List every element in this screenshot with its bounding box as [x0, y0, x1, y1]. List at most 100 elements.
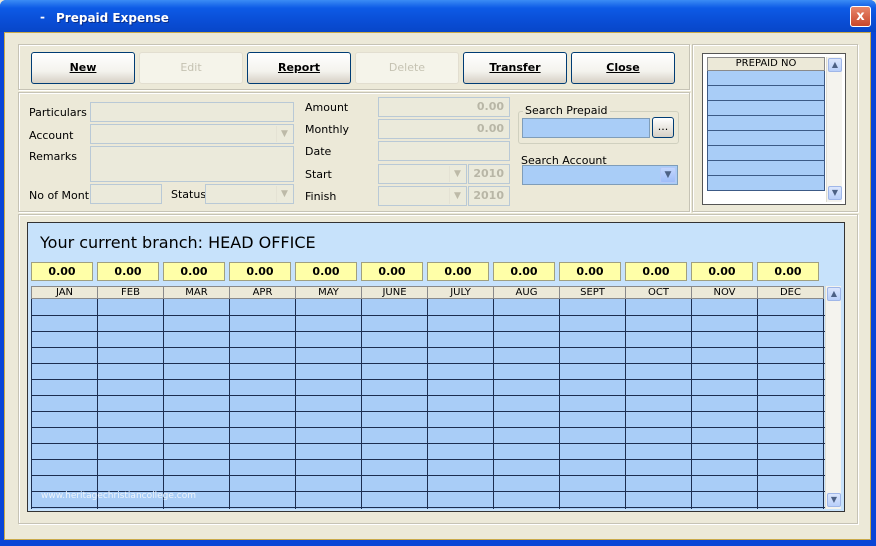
column-header-jan[interactable]: JAN — [31, 286, 98, 299]
month-total-mar: 0.00 — [163, 262, 225, 281]
delete-button[interactable]: Delete — [355, 52, 459, 84]
status-select[interactable]: ▼ — [205, 184, 294, 204]
browse-prepaid-button[interactable]: ... — [652, 117, 674, 138]
grid-row-line — [31, 331, 825, 332]
column-header-may[interactable]: MAY — [295, 286, 362, 299]
status-label: Status — [171, 188, 207, 201]
list-item[interactable] — [707, 101, 825, 116]
list-item[interactable] — [707, 176, 825, 191]
start-label: Start — [305, 168, 332, 181]
monthly-label: Monthly — [305, 123, 350, 136]
amount-field[interactable]: 0.00 — [378, 97, 510, 117]
amount-label: Amount — [305, 101, 349, 114]
column-header-nov[interactable]: NOV — [691, 286, 758, 299]
finish-label: Finish — [305, 190, 337, 203]
grid-row-line — [31, 475, 825, 476]
window-title: Prepaid Expense — [56, 11, 169, 25]
month-total-nov: 0.00 — [691, 262, 753, 281]
column-header-july[interactable]: JULY — [427, 286, 494, 299]
month-total-aug: 0.00 — [493, 262, 555, 281]
grid-row-line — [31, 507, 825, 508]
grid-row-line — [31, 363, 825, 364]
prepaid-list[interactable]: PREPAID NO ▲ ▼ — [702, 53, 846, 205]
list-item[interactable] — [707, 146, 825, 161]
scroll-up-icon[interactable]: ▲ — [827, 287, 841, 301]
title-prefix: - — [40, 10, 45, 24]
prepaid-list-scrollbar[interactable]: ▲ ▼ — [826, 57, 842, 202]
watermark-text: www.heritagechristiancollege.com — [41, 491, 196, 501]
account-label: Account — [29, 129, 74, 142]
edit-button[interactable]: Edit — [139, 52, 243, 84]
grid-row-line — [31, 347, 825, 348]
window-border-bottom — [0, 540, 876, 546]
new-button[interactable]: New — [31, 52, 135, 84]
search-prepaid-input[interactable] — [522, 118, 650, 138]
finish-year-field[interactable]: 2010 — [468, 186, 510, 206]
scroll-down-icon[interactable]: ▼ — [827, 493, 841, 507]
remarks-field[interactable] — [90, 146, 294, 182]
grid-row-line — [31, 411, 825, 412]
chevron-down-icon[interactable]: ▼ — [449, 188, 465, 204]
column-header-dec[interactable]: DEC — [757, 286, 824, 299]
window-close-button[interactable]: x — [850, 6, 871, 27]
no-of-month-label: No of Month — [29, 189, 97, 202]
start-year-field[interactable]: 2010 — [468, 164, 510, 184]
grid-row-line — [31, 315, 825, 316]
particulars-label: Particulars — [29, 106, 87, 119]
title-bar[interactable]: - Prepaid Expense x — [0, 0, 876, 32]
search-account-select[interactable]: ▼ — [522, 165, 678, 185]
grid-row-line — [31, 395, 825, 396]
date-field[interactable] — [378, 141, 510, 161]
column-header-sept[interactable]: SEPT — [559, 286, 626, 299]
scroll-down-icon[interactable]: ▼ — [828, 186, 842, 200]
chevron-down-icon[interactable]: ▼ — [276, 186, 292, 202]
start-month-select[interactable]: ▼ — [378, 164, 467, 184]
grid-row-line — [31, 379, 825, 380]
prepaid-no-header: PREPAID NO — [707, 57, 825, 71]
monthly-field[interactable]: 0.00 — [378, 119, 510, 139]
grid-row-line — [31, 427, 825, 428]
grid-row-line — [31, 459, 825, 460]
remarks-label: Remarks — [29, 150, 77, 163]
month-total-sept: 0.00 — [559, 262, 621, 281]
list-item[interactable] — [707, 116, 825, 131]
report-button[interactable]: Report — [247, 52, 351, 84]
prepaid-list-rows[interactable] — [707, 71, 825, 200]
column-header-june[interactable]: JUNE — [361, 286, 428, 299]
no-of-month-field[interactable] — [90, 184, 162, 204]
month-total-dec: 0.00 — [757, 262, 819, 281]
list-item[interactable] — [707, 131, 825, 146]
finish-month-select[interactable]: ▼ — [378, 186, 467, 206]
month-total-jan: 0.00 — [31, 262, 93, 281]
month-total-apr: 0.00 — [229, 262, 291, 281]
scroll-up-icon[interactable]: ▲ — [828, 58, 842, 72]
month-total-oct: 0.00 — [625, 262, 687, 281]
column-header-aug[interactable]: AUG — [493, 286, 560, 299]
particulars-field[interactable] — [90, 102, 294, 122]
month-total-feb: 0.00 — [97, 262, 159, 281]
month-total-june: 0.00 — [361, 262, 423, 281]
column-header-apr[interactable]: APR — [229, 286, 296, 299]
list-item[interactable] — [707, 86, 825, 101]
list-item[interactable] — [707, 71, 825, 86]
current-branch-label: Your current branch: HEAD OFFICE — [40, 233, 316, 252]
column-header-mar[interactable]: MAR — [163, 286, 230, 299]
date-label: Date — [305, 145, 332, 158]
window-border-right — [871, 32, 876, 546]
grid-scrollbar[interactable]: ▲ ▼ — [825, 286, 841, 509]
chevron-down-icon[interactable]: ▼ — [449, 166, 465, 182]
close-button[interactable]: Close — [571, 52, 675, 84]
chevron-down-icon[interactable]: ▼ — [660, 167, 676, 183]
grid-row-line — [31, 443, 825, 444]
list-item[interactable] — [707, 161, 825, 176]
month-total-july: 0.00 — [427, 262, 489, 281]
column-header-oct[interactable]: OCT — [625, 286, 692, 299]
column-header-feb[interactable]: FEB — [97, 286, 164, 299]
account-select[interactable]: ▼ — [90, 124, 294, 144]
chevron-down-icon[interactable]: ▼ — [276, 126, 292, 142]
month-total-may: 0.00 — [295, 262, 357, 281]
search-prepaid-label: Search Prepaid — [523, 104, 610, 117]
transfer-button[interactable]: Transfer — [463, 52, 567, 84]
monthly-grid[interactable]: www.heritagechristiancollege.com JAN FEB M… — [31, 286, 825, 509]
branch-panel: Your current branch: HEAD OFFICE 0.00 0.0… — [27, 222, 845, 512]
